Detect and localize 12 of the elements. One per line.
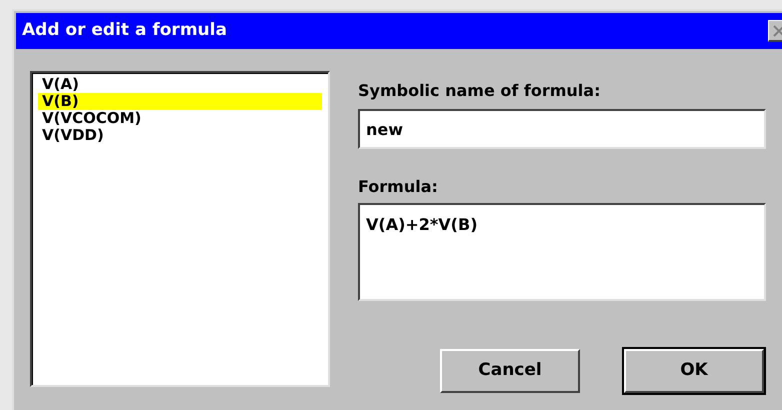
name-field[interactable]: new [358, 109, 766, 149]
list-item[interactable]: V(VCOCOM) [38, 110, 322, 127]
list-item[interactable]: V(VDD) [38, 127, 322, 144]
field-label: Symbolic name of formula: [358, 80, 602, 102]
list-item[interactable]: V(A) [38, 76, 322, 93]
default-button[interactable]: OK [624, 349, 764, 393]
dialog-button[interactable]: Cancel [440, 349, 580, 393]
field-label: Formula: [358, 176, 439, 198]
close-icon [772, 24, 782, 38]
list-item[interactable]: V(B) [38, 93, 322, 110]
formula-field[interactable]: V(A)+2*V(B) [358, 203, 766, 301]
window-title: Add or edit a formula [22, 19, 227, 42]
